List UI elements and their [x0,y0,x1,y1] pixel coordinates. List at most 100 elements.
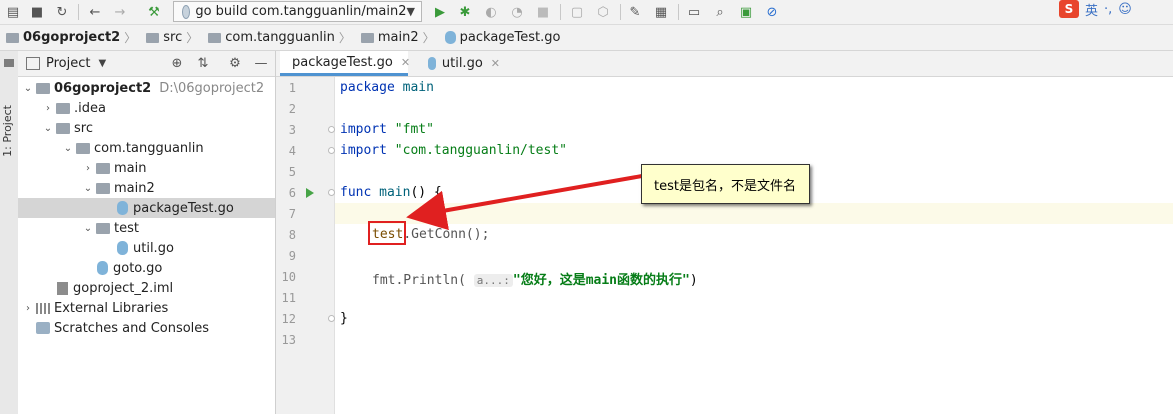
folder-icon [76,142,90,154]
sogou-logo-icon: S [1059,0,1079,18]
open-folder-icon[interactable]: ▤ [3,2,23,22]
tree-item[interactable]: goto.go [18,258,275,278]
tree-item-label: .idea [74,100,106,116]
power-save-icon[interactable]: ⊘ [762,2,782,22]
breadcrumb-project[interactable]: 06goproject2 〉 [0,29,136,46]
line-number: 5 [288,165,296,179]
chevron-down-icon[interactable]: ⌄ [82,223,94,234]
go-file-icon [428,57,436,70]
back-icon[interactable]: ← [85,2,105,22]
tree-item[interactable]: goproject_2.iml [18,278,275,298]
coverage-icon[interactable]: ◐ [481,2,501,22]
chevron-right-icon[interactable]: › [82,163,94,174]
chevron-down-icon[interactable]: ▼ [98,58,106,69]
line-number: 2 [288,102,296,116]
fold-marker-icon[interactable] [328,147,335,154]
tool-window-strip: 1: Project [0,51,19,414]
gopher-icon [182,4,191,19]
fold-marker-icon[interactable] [328,189,335,196]
project-tool-icon[interactable] [4,59,14,67]
tree-item-label: test [114,220,139,236]
folder-icon [6,32,19,43]
tab-packagetest-go[interactable]: packageTest.go ✕ [280,51,410,76]
vcs-icon[interactable]: ⬡ [593,2,613,22]
code-line-1: package main [340,80,434,95]
fold-marker-icon[interactable] [328,315,335,322]
code-line-12: } [340,311,348,326]
project-tool-tab[interactable]: 1: Project [1,105,14,157]
sync-icon[interactable]: ↻ [52,2,72,22]
attach-icon[interactable]: ▢ [567,2,587,22]
line-number: 3 [288,123,296,137]
tree-item[interactable]: › main [18,158,275,178]
tree-item-label: goproject_2.iml [73,280,174,296]
breadcrumb: 06goproject2 〉 src 〉 com.tangguanlin 〉 main… [0,25,1173,51]
tree-item[interactable]: › External Libraries [18,298,275,318]
hide-icon[interactable]: — [252,54,270,72]
library-icon [36,302,50,314]
debug-icon[interactable]: ✱ [455,2,475,22]
gear-icon[interactable]: ⚙ [226,54,244,72]
project-structure-icon[interactable]: ▦ [651,2,671,22]
line-number: 13 [281,333,296,347]
chevron-down-icon[interactable]: ⌄ [82,183,94,194]
code-line-4: import "com.tangguanlin/test" [340,143,567,158]
terminal-icon[interactable]: ▭ [684,2,704,22]
project-view-icon [26,57,40,70]
forward-icon[interactable]: → [110,2,130,22]
tree-item[interactable]: ⌄ com.tangguanlin [18,138,275,158]
line-number: 4 [288,144,296,158]
locate-target-icon[interactable]: ⊕ [168,54,186,72]
folder-icon [96,182,110,194]
tree-item[interactable]: Scratches and Consoles [18,318,275,338]
tree-item[interactable]: ⌄ main2 [18,178,275,198]
tab-util-go[interactable]: util.go ✕ [422,51,506,76]
breadcrumb-package[interactable]: com.tangguanlin 〉 [202,29,351,46]
code-line-6: func main() { [340,185,442,200]
breadcrumb-src[interactable]: src 〉 [140,29,198,46]
folder-icon [96,222,110,234]
collapse-all-icon[interactable]: ⇅ [194,54,212,72]
close-icon[interactable]: ✕ [401,56,410,69]
chevron-down-icon[interactable]: ⌄ [22,83,34,94]
breadcrumb-main2[interactable]: main2 〉 [355,29,435,46]
save-icon[interactable]: ■ [27,2,47,22]
code-line-10: fmt.Println( a...: "您好，这是main函数的执行") [372,273,698,288]
search-icon[interactable]: ⌕ [710,2,730,22]
tree-item[interactable]: › .idea [18,98,275,118]
project-panel: Project ▼ ⊕ ⇅ ⚙ — ⌄ 06goproject2 D:\06gopr… [18,51,276,414]
ime-punct-icon: ·, [1104,1,1113,17]
chevron-down-icon[interactable]: ⌄ [42,123,54,134]
run-gutter-icon[interactable] [306,188,314,198]
code-editor[interactable]: package main import "fmt" import "com.ta… [335,77,1173,414]
tree-item[interactable]: ⌄ test [18,218,275,238]
fold-marker-icon[interactable] [328,126,335,133]
chevron-down-icon[interactable]: ⌄ [62,143,74,154]
monitor-icon[interactable]: ▣ [736,2,756,22]
build-hammer-icon[interactable]: ⚒ [144,2,164,22]
code-line-3: import "fmt" [340,122,434,137]
tree-item[interactable]: packageTest.go [18,198,275,218]
tree-item-label: src [74,120,93,136]
chevron-right-icon[interactable]: › [22,303,34,314]
tree-item[interactable]: util.go [18,238,275,258]
run-icon[interactable]: ▶ [430,2,450,22]
chevron-right-icon[interactable]: › [42,103,54,114]
tree-item-label: main [114,160,147,176]
settings-wrench-icon[interactable]: ✎ [625,2,645,22]
tree-item[interactable]: ⌄ src [18,118,275,138]
run-configuration-select[interactable]: go build com.tangguanlin/main2 ▼ [173,1,422,22]
project-panel-title[interactable]: Project [46,56,90,71]
breadcrumb-file[interactable]: packageTest.go [439,30,560,45]
profile-icon[interactable]: ◔ [507,2,527,22]
folder-icon [56,102,70,114]
tree-item[interactable]: ⌄ 06goproject2 D:\06goproject2 [18,78,275,98]
close-icon[interactable]: ✕ [491,57,500,70]
stop-icon[interactable]: ■ [533,2,553,22]
line-number: 12 [281,312,296,326]
tree-item-path: D:\06goproject2 [159,80,265,96]
scratches-icon [36,322,50,334]
folder-icon [146,32,160,43]
tree-item-label: util.go [133,240,174,256]
go-file-icon [117,201,128,215]
